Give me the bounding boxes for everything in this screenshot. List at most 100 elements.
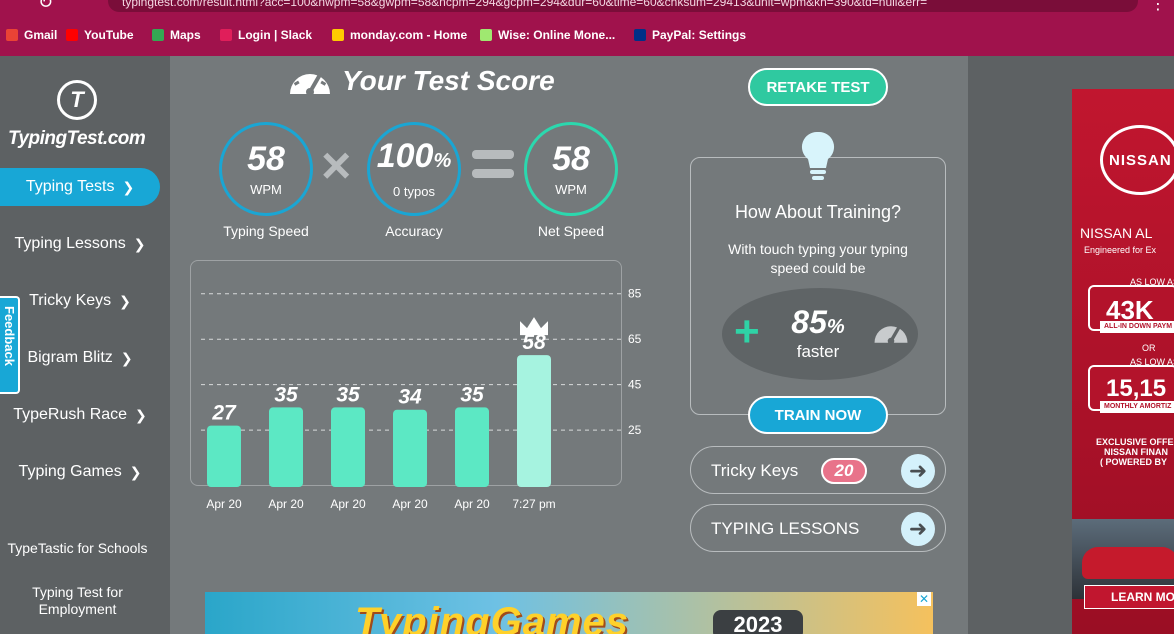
ad-or: OR	[1142, 343, 1156, 353]
ad-offer-1: EXCLUSIVE OFFER T	[1096, 437, 1174, 447]
bookmark-label: PayPal: Settings	[652, 28, 747, 42]
bookmark-label: Maps	[170, 28, 201, 42]
sidebar-item-bigram-blitz[interactable]: Bigram Blitz ❯	[0, 339, 160, 377]
browser-url-bar: ↻ typingtest.com/result.html?acc=100&nwp…	[0, 0, 1174, 14]
faster-percent-wrap: 85%	[784, 306, 852, 343]
sidebar: T TypingTest.com Typing Tests ❯ Typing Le…	[0, 56, 170, 634]
speed-circle: 58 WPM	[219, 122, 313, 216]
accuracy-label: Accuracy	[385, 223, 443, 239]
maps-icon	[152, 29, 164, 41]
accuracy-typos: 0 typos	[393, 184, 435, 199]
ad-subheadline: Engineered for Ex	[1084, 245, 1157, 255]
sidebar-item-typing-tests[interactable]: Typing Tests ❯	[0, 168, 160, 206]
results-history-chart: 25 45 65 85 27 Apr 20 35 Apr 20 35 Apr 20 34 Apr 20…	[190, 260, 642, 511]
bookmark-item[interactable]: Gmail	[6, 28, 57, 42]
chart-svg: 25 45 65 85 27 Apr 20 35 Apr 20 35 Apr 20 34 Apr 20…	[201, 287, 642, 511]
faster-estimate: + 85% faster	[722, 288, 918, 380]
speed-unit: WPM	[250, 181, 282, 197]
ad-headline: NISSAN AL	[1080, 225, 1153, 241]
training-heading: How About Training?	[734, 202, 902, 222]
bookmark-item[interactable]: monday.com - Home	[332, 28, 467, 42]
bookmarks-bar: Gmail YouTube Maps Login | Slack monday.com …	[0, 14, 1174, 56]
sidebar-item-typerush-race[interactable]: TypeRush Race ❯	[0, 396, 160, 434]
sidebar-item-tricky-keys[interactable]: Tricky Keys ❯	[0, 282, 160, 320]
ad-offer-3: ( POWERED BY	[1100, 457, 1168, 467]
bar-value-label: 35	[274, 383, 298, 406]
training-text: With touch typing your typing speed coul…	[728, 241, 908, 276]
faster-percent-sign: %	[826, 316, 845, 338]
x-tick-label: Apr 20	[206, 497, 242, 511]
chevron-right-icon: ❯	[133, 235, 146, 252]
bookmark-item[interactable]: Login | Slack	[220, 28, 312, 42]
train-now-button[interactable]: TRAIN NOW	[748, 396, 888, 434]
tricky-keys-label: Tricky Keys	[711, 461, 799, 480]
sidebar-link-typetastic[interactable]: TypeTastic for Schools	[0, 540, 155, 557]
ad-typing-games-text: TypingGames	[355, 600, 630, 634]
speed-label: Typing Speed	[223, 223, 309, 239]
browser-menu-icon[interactable]: ⋮	[1150, 0, 1166, 14]
ad-learn-more-button[interactable]: LEARN MO	[1084, 585, 1174, 609]
chart-bar	[455, 407, 489, 487]
logo-text[interactable]: TypingTest.com	[8, 128, 146, 150]
sidebar-item-label: Typing Games	[18, 463, 122, 480]
bookmark-label: Gmail	[24, 28, 58, 42]
score-title: Your Test Score	[288, 64, 555, 98]
bookmark-label: Wise: Online Mone...	[498, 28, 616, 42]
net-speed-label: Net Speed	[537, 223, 605, 239]
retake-test-button[interactable]: RETAKE TEST	[748, 68, 888, 106]
y-tick-label: 25	[628, 423, 642, 437]
bookmark-item[interactable]: YouTube	[66, 28, 134, 42]
sidebar-link-employment[interactable]: Typing Test for Employment	[0, 584, 155, 618]
crown-icon	[520, 317, 548, 336]
bookmark-label: monday.com - Home	[350, 28, 468, 42]
ad-year: 2023	[713, 610, 803, 634]
ad-strip-1: ALL-IN DOWN PAYM	[1100, 321, 1174, 333]
ad-strip-2: MONTHLY AMORTIZ	[1100, 401, 1174, 413]
address-field[interactable]: typingtest.com/result.html?acc=100&nwpm=…	[108, 0, 1138, 12]
ad-offer-2: NISSAN FINAN	[1104, 447, 1169, 457]
chevron-right-icon: ❯	[120, 349, 133, 366]
reload-icon[interactable]: ↻	[38, 0, 53, 13]
accuracy-value: 100	[376, 137, 434, 175]
chart-bar	[207, 425, 241, 487]
speedometer-icon	[874, 325, 908, 345]
x-tick-label: Apr 20	[392, 497, 428, 511]
youtube-icon	[66, 29, 78, 41]
chart-bar	[393, 409, 427, 487]
bar-value-label: 27	[211, 402, 237, 425]
arrow-right-icon[interactable]: ➜	[901, 512, 935, 546]
bar-value-label: 35	[460, 383, 484, 406]
feedback-tab[interactable]: Feedback	[0, 296, 20, 394]
bookmark-item[interactable]: PayPal: Settings	[634, 28, 746, 42]
bar-value-label: 35	[336, 383, 360, 406]
equals-icon	[472, 150, 514, 188]
url-text: typingtest.com/result.html?acc=100&nwpm=…	[122, 0, 928, 9]
x-tick-label: Apr 20	[330, 497, 366, 511]
accuracy-percent-sign: %	[433, 150, 452, 172]
sidebar-item-typing-lessons[interactable]: Typing Lessons ❯	[0, 225, 160, 263]
ad-close-icon[interactable]: ✕	[917, 592, 931, 606]
speedometer-icon	[290, 73, 330, 96]
y-tick-label: 85	[628, 287, 642, 301]
bookmark-item[interactable]: Wise: Online Mone...	[480, 28, 615, 42]
page-title: Your Test Score	[342, 65, 555, 96]
gmail-icon	[6, 29, 18, 41]
typingtest-logo-icon[interactable]: T	[57, 80, 97, 120]
tricky-keys-link[interactable]: Tricky Keys 20 ➜	[690, 446, 946, 494]
typing-lessons-link[interactable]: TYPING LESSONS ➜	[690, 504, 946, 552]
bookmark-item[interactable]: Maps	[152, 28, 201, 42]
faster-percent: 85	[791, 304, 827, 340]
sidebar-item-typing-games[interactable]: Typing Games ❯	[0, 453, 160, 491]
slack-icon	[220, 29, 232, 41]
tricky-keys-count-badge: 20	[821, 458, 867, 484]
chart-bar	[517, 355, 551, 487]
monday-icon	[332, 29, 344, 41]
net-speed-value: 58	[552, 139, 590, 178]
faster-label: faster	[796, 342, 840, 361]
speed-value: 58	[247, 139, 285, 178]
y-tick-label: 45	[628, 378, 642, 392]
right-banner-ad[interactable]: NISSAN NISSAN AL Engineered for Ex AS LO…	[1072, 89, 1174, 634]
ad-price-2: 15,15	[1106, 375, 1167, 402]
bottom-banner-ad[interactable]: TypingGames 2023 ✕	[205, 592, 933, 634]
arrow-right-icon[interactable]: ➜	[901, 454, 935, 488]
